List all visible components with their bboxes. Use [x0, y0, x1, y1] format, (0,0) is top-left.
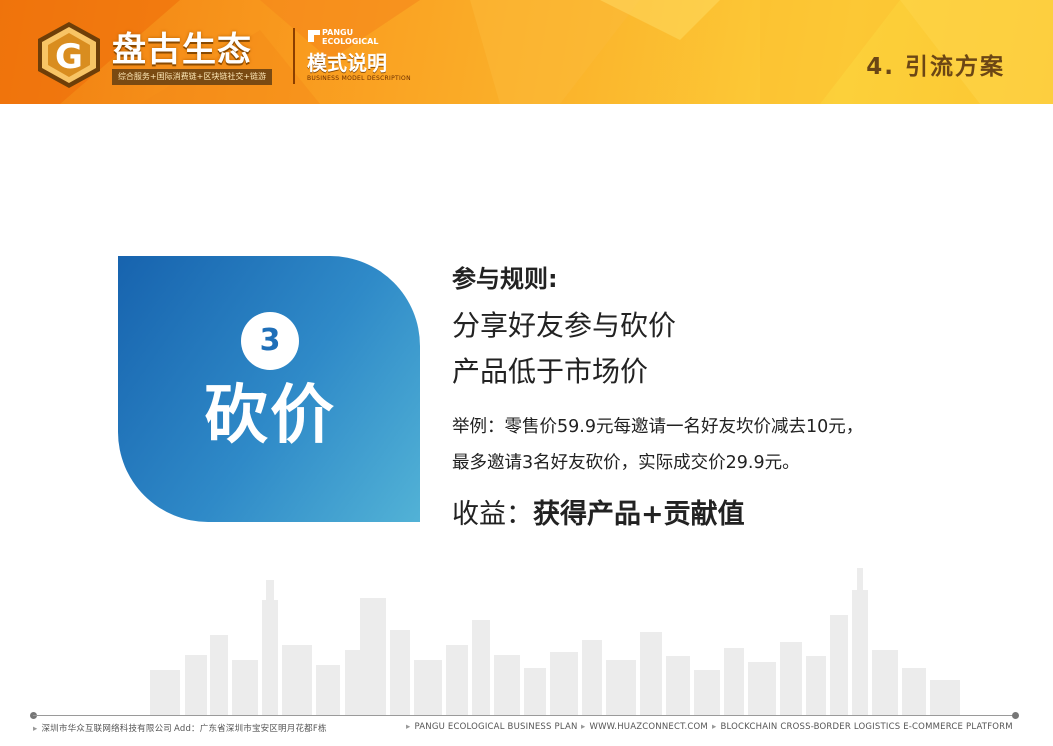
footer-address: Add：广东省深圳市宝安区明月花都F栋 — [174, 724, 327, 734]
benefit-value: 获得产品+贡献值 — [533, 499, 745, 530]
pangu-logo-icon: G — [38, 22, 100, 88]
benefit-label: 收益： — [452, 499, 533, 530]
header-banner: G 盘古生态 综合服务+国际消费链+区块链社交+链游 PANGU ECOLOGI… — [0, 0, 1053, 104]
card-number-badge: 3 — [241, 312, 299, 370]
pangu-label-line2: ECOLOGICAL — [322, 37, 379, 46]
footer-tagline-text: BLOCKCHAIN CROSS-BORDER LOGISTICS E-COMM… — [720, 722, 1013, 732]
model-subtitle: BUSINESS MODEL DESCRIPTION — [307, 75, 411, 82]
brand-subtitle: 综合服务+国际消费链+区块链社交+链游 — [112, 69, 272, 85]
footer-arrow-icon: ▸ — [581, 722, 586, 732]
card-word: 砍价 — [204, 379, 336, 453]
footer-arrow-icon: ▸ — [712, 722, 717, 732]
brand-title: 盘古生态 — [112, 30, 252, 70]
footer-plan-text: PANGU ECOLOGICAL BUSINESS PLAN — [414, 722, 578, 732]
footer-dot-right — [1012, 712, 1019, 719]
footer-divider — [33, 715, 1016, 716]
footer-plan: ▸ PANGU ECOLOGICAL BUSINESS PLAN — [406, 722, 578, 732]
model-title: 模式说明 — [307, 51, 387, 75]
pangu-label-line1: PANGU — [322, 28, 354, 37]
pangu-mini-logo-icon — [308, 30, 320, 42]
footer-arrow-icon: ▸ — [406, 722, 411, 732]
footer-company: ▸ 深圳市华众互联网络科技有限公司 — [33, 722, 172, 734]
section-title: 4. 引流方案 — [866, 54, 1005, 80]
rules-heading: 参与规则: — [452, 265, 558, 293]
footer-arrow-icon: ▸ — [33, 724, 38, 734]
example-line-2: 最多邀请3名好友砍价，实际成交价29.9元。 — [452, 453, 800, 473]
header-divider — [293, 28, 295, 84]
footer-website: ▸ WWW.HUAZCONNECT.COM — [581, 722, 708, 732]
example-line-1: 举例：零售价59.9元每邀请一名好友坎价减去10元， — [452, 417, 864, 437]
rule-line-2: 产品低于市场价 — [452, 355, 649, 388]
footer-tagline: ▸ BLOCKCHAIN CROSS-BORDER LOGISTICS E-COM… — [712, 722, 1013, 732]
logo-letter: G — [55, 37, 83, 77]
city-skyline-decoration — [150, 568, 960, 715]
footer-website-text: WWW.HUAZCONNECT.COM — [589, 722, 708, 732]
pangu-ecological-label: PANGU ECOLOGICAL — [322, 28, 378, 46]
benefit-line: 收益：获得产品+贡献值 — [452, 492, 745, 531]
footer-company-text: 深圳市华众互联网络科技有限公司 — [41, 724, 172, 734]
rule-line-1: 分享好友参与砍价 — [452, 309, 677, 342]
